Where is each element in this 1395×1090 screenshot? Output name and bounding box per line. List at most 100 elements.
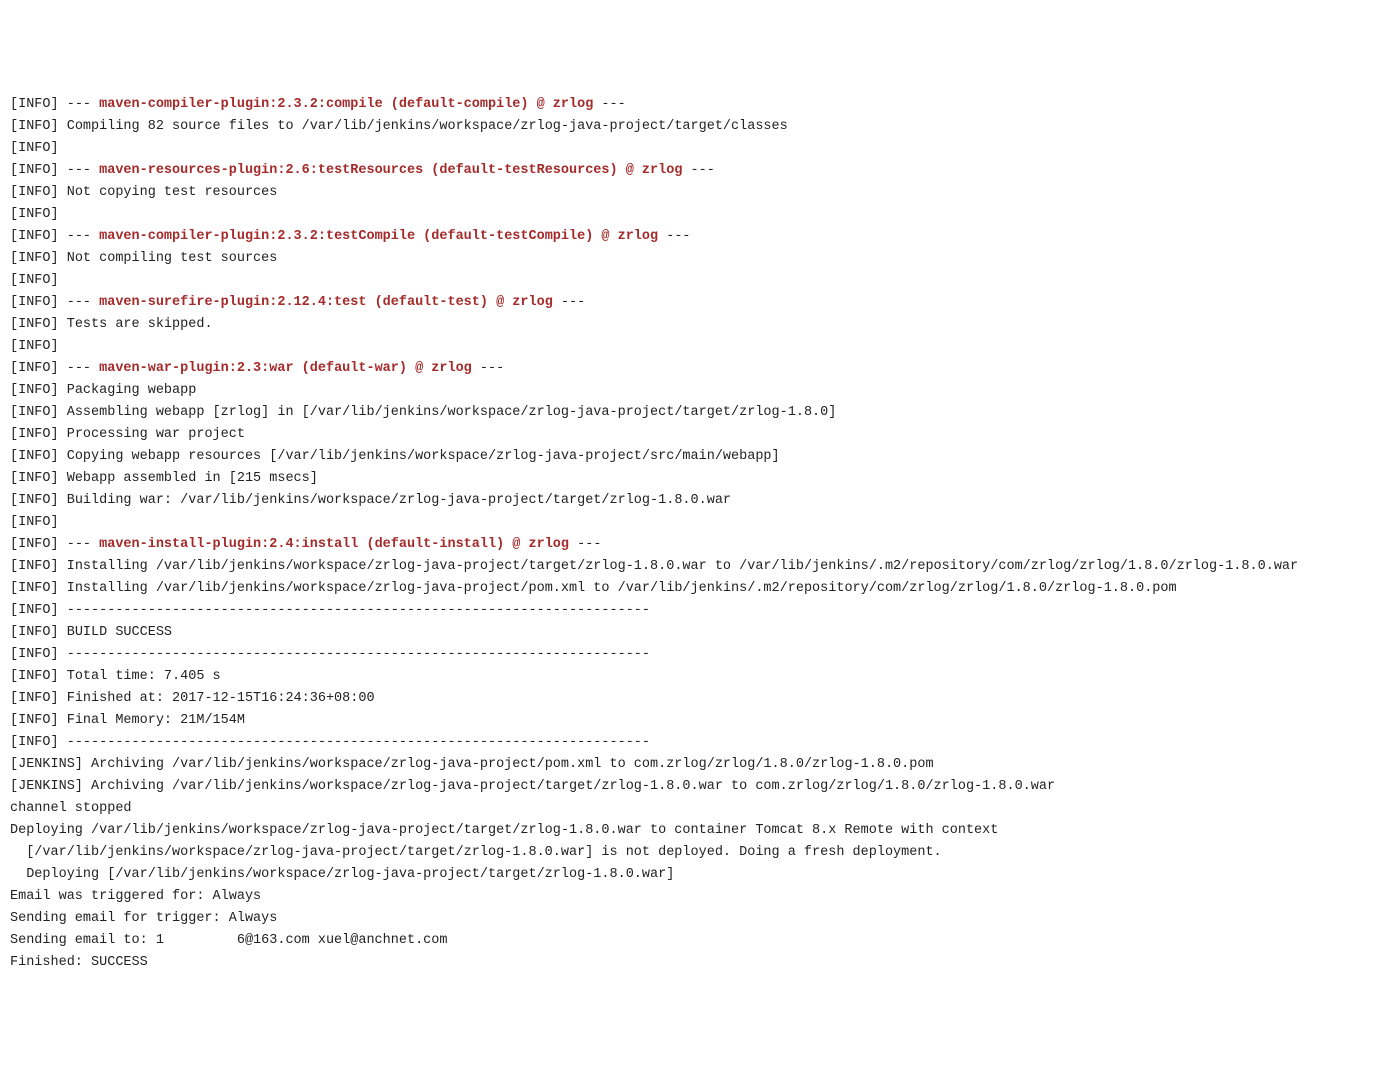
log-tag: [INFO]	[10, 163, 67, 178]
plugin-tail: ---	[569, 537, 601, 552]
plugin-name: maven-compiler-plugin:2.3.2:testCompile …	[99, 229, 658, 244]
log-line: [INFO] --- maven-compiler-plugin:2.3.2:t…	[10, 226, 1385, 248]
plugin-marker: ---	[67, 97, 99, 112]
log-tag: [INFO]	[10, 581, 67, 596]
log-tag: [INFO]	[10, 603, 67, 618]
log-text: ----------------------------------------…	[67, 735, 650, 750]
log-line: [INFO] --- maven-install-plugin:2.4:inst…	[10, 534, 1385, 556]
log-text: Not compiling test sources	[67, 251, 278, 266]
plugin-name: maven-resources-plugin:2.6:testResources…	[99, 163, 682, 178]
log-line: [INFO] ---------------------------------…	[10, 644, 1385, 666]
log-tag: [INFO]	[10, 537, 67, 552]
log-line: [INFO]	[10, 204, 1385, 226]
log-line: [INFO] Building war: /var/lib/jenkins/wo…	[10, 490, 1385, 512]
plugin-tail: ---	[472, 361, 504, 376]
log-tag: [INFO]	[10, 515, 59, 530]
log-text: ----------------------------------------…	[67, 647, 650, 662]
log-line: [INFO] Assembling webapp [zrlog] in [/va…	[10, 402, 1385, 424]
log-tag: [INFO]	[10, 119, 67, 134]
plugin-tail: ---	[658, 229, 690, 244]
log-text: BUILD SUCCESS	[67, 625, 172, 640]
log-tag: [INFO]	[10, 185, 67, 200]
log-tag: [INFO]	[10, 339, 59, 354]
log-tag: [INFO]	[10, 713, 67, 728]
log-line: channel stopped	[10, 798, 1385, 820]
log-line: [INFO] BUILD SUCCESS	[10, 622, 1385, 644]
log-line: [INFO] Tests are skipped.	[10, 314, 1385, 336]
log-text: Total time: 7.405 s	[67, 669, 221, 684]
log-text: Deploying /var/lib/jenkins/workspace/zrl…	[10, 823, 998, 838]
log-line: [INFO] Installing /var/lib/jenkins/works…	[10, 556, 1385, 578]
log-text: Finished: SUCCESS	[10, 955, 148, 970]
log-line: [JENKINS] Archiving /var/lib/jenkins/wor…	[10, 776, 1385, 798]
log-line: [INFO] Final Memory: 21M/154M	[10, 710, 1385, 732]
log-tag: [INFO]	[10, 625, 67, 640]
log-text: Archiving /var/lib/jenkins/workspace/zrl…	[91, 757, 934, 772]
log-tag: [INFO]	[10, 691, 67, 706]
plugin-tail: ---	[593, 97, 625, 112]
log-line: [INFO]	[10, 512, 1385, 534]
plugin-marker: ---	[67, 361, 99, 376]
log-text: Email was triggered for: Always	[10, 889, 261, 904]
log-line: [INFO] Installing /var/lib/jenkins/works…	[10, 578, 1385, 600]
log-text: channel stopped	[10, 801, 132, 816]
log-tag: [INFO]	[10, 427, 67, 442]
plugin-tail: ---	[682, 163, 714, 178]
console-output: [INFO] --- maven-compiler-plugin:2.3.2:c…	[10, 94, 1385, 974]
log-line: Finished: SUCCESS	[10, 952, 1385, 974]
log-tag: [INFO]	[10, 383, 67, 398]
log-line: [INFO] --- maven-war-plugin:2.3:war (def…	[10, 358, 1385, 380]
log-text: Compiling 82 source files to /var/lib/je…	[67, 119, 788, 134]
log-line: [INFO]	[10, 336, 1385, 358]
log-text: [/var/lib/jenkins/workspace/zrlog-java-p…	[10, 845, 942, 860]
log-text: ----------------------------------------…	[67, 603, 650, 618]
plugin-name: maven-surefire-plugin:2.12.4:test (defau…	[99, 295, 553, 310]
log-text: Finished at: 2017-12-15T16:24:36+08:00	[67, 691, 375, 706]
plugin-marker: ---	[67, 295, 99, 310]
log-line: [INFO] Webapp assembled in [215 msecs]	[10, 468, 1385, 490]
log-line: [INFO] Compiling 82 source files to /var…	[10, 116, 1385, 138]
log-text: Building war: /var/lib/jenkins/workspace…	[67, 493, 731, 508]
log-line: [INFO] Packaging webapp	[10, 380, 1385, 402]
log-line: Email was triggered for: Always	[10, 886, 1385, 908]
log-text: Deploying [/var/lib/jenkins/workspace/zr…	[10, 867, 674, 882]
log-line: Sending email for trigger: Always	[10, 908, 1385, 930]
log-line: [INFO] Finished at: 2017-12-15T16:24:36+…	[10, 688, 1385, 710]
log-tag: [INFO]	[10, 207, 59, 222]
log-tag: [JENKINS]	[10, 757, 91, 772]
log-line: [/var/lib/jenkins/workspace/zrlog-java-p…	[10, 842, 1385, 864]
log-line: [JENKINS] Archiving /var/lib/jenkins/wor…	[10, 754, 1385, 776]
log-text: Final Memory: 21M/154M	[67, 713, 245, 728]
log-text: Not copying test resources	[67, 185, 278, 200]
log-line: Deploying /var/lib/jenkins/workspace/zrl…	[10, 820, 1385, 842]
log-tag: [INFO]	[10, 669, 67, 684]
log-tag: [INFO]	[10, 141, 59, 156]
log-tag: [INFO]	[10, 295, 67, 310]
log-text: Installing /var/lib/jenkins/workspace/zr…	[67, 559, 1298, 574]
log-text: Copying webapp resources [/var/lib/jenki…	[67, 449, 780, 464]
log-text: Tests are skipped.	[67, 317, 213, 332]
log-tag: [INFO]	[10, 317, 67, 332]
plugin-marker: ---	[67, 163, 99, 178]
log-tag: [INFO]	[10, 647, 67, 662]
log-line: [INFO] Not compiling test sources	[10, 248, 1385, 270]
log-line: [INFO]	[10, 138, 1385, 160]
plugin-tail: ---	[553, 295, 585, 310]
log-line: [INFO] Copying webapp resources [/var/li…	[10, 446, 1385, 468]
log-tag: [INFO]	[10, 229, 67, 244]
log-line: [INFO] --- maven-compiler-plugin:2.3.2:c…	[10, 94, 1385, 116]
log-tag: [INFO]	[10, 735, 67, 750]
plugin-name: maven-war-plugin:2.3:war (default-war) @…	[99, 361, 472, 376]
log-tag: [INFO]	[10, 405, 67, 420]
log-text: Packaging webapp	[67, 383, 197, 398]
log-line: [INFO] ---------------------------------…	[10, 600, 1385, 622]
log-tag: [INFO]	[10, 449, 67, 464]
log-text: Installing /var/lib/jenkins/workspace/zr…	[67, 581, 1177, 596]
log-text: Processing war project	[67, 427, 245, 442]
log-text: Archiving /var/lib/jenkins/workspace/zrl…	[91, 779, 1055, 794]
log-tag: [JENKINS]	[10, 779, 91, 794]
log-line: [INFO] ---------------------------------…	[10, 732, 1385, 754]
log-tag: [INFO]	[10, 559, 67, 574]
log-text: Webapp assembled in [215 msecs]	[67, 471, 318, 486]
log-tag: [INFO]	[10, 251, 67, 266]
